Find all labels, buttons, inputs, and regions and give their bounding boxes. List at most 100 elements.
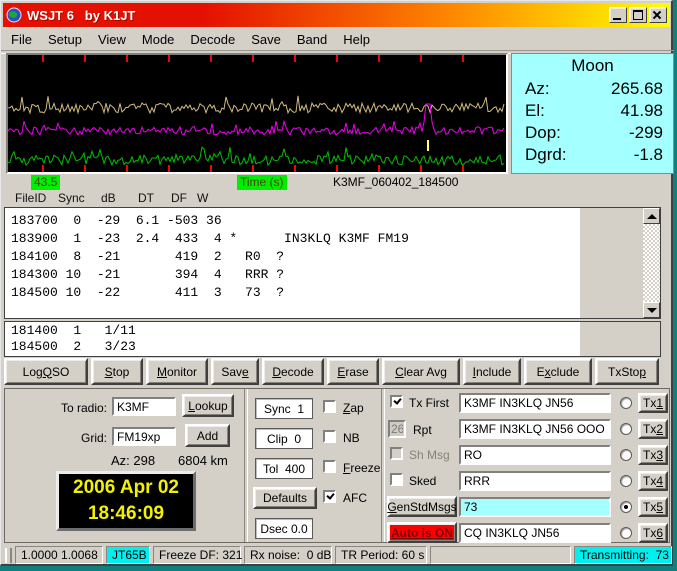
grid-input[interactable] — [112, 427, 176, 446]
add-button[interactable]: Add — [185, 424, 230, 447]
freeze-label: Freeze — [343, 461, 381, 475]
tx1-radio[interactable] — [620, 397, 632, 409]
decode-line: 184500 10 -22 411 3 73 ? — [11, 285, 285, 300]
scroll-up-button[interactable] — [643, 208, 660, 224]
spectrum-display[interactable] — [6, 53, 508, 174]
to-radio-input[interactable] — [112, 397, 176, 416]
menu-decode[interactable]: Decode — [182, 30, 243, 49]
tx6-message-input[interactable] — [459, 523, 611, 543]
tx2-radio[interactable] — [620, 423, 632, 435]
nb-checkbox[interactable] — [323, 430, 336, 443]
moon-dop-value: -299 — [628, 123, 663, 142]
sked-label: Sked — [409, 474, 437, 488]
menu-file[interactable]: File — [3, 30, 40, 49]
tx4-message-input[interactable] — [459, 471, 611, 491]
decode-line: 183900 1 -23 2.4 433 4 * IN3KLQ K3MF FM1… — [11, 231, 409, 246]
tx5-radio[interactable] — [620, 501, 632, 513]
lookup-button[interactable]: Lookup — [182, 394, 234, 417]
moon-doppler-row: Dop: -299 — [512, 122, 673, 144]
tx5-message-input[interactable] — [459, 497, 611, 517]
menu-save[interactable]: Save — [243, 30, 289, 49]
clock-time: 18:46:09 — [87, 503, 165, 524]
decode-line: 184300 10 -21 394 4 RRR ? — [11, 267, 285, 282]
tx2-button[interactable]: Tx 2 — [638, 419, 668, 439]
decoded-text-area[interactable]: 183700 0 -29 6.1 -503 36 183900 1 -23 2.… — [5, 208, 580, 318]
clear-avg-button[interactable]: Clear Avg — [382, 358, 460, 385]
menu-view[interactable]: View — [90, 30, 134, 49]
save-button[interactable]: Sav e — [211, 358, 259, 385]
maximize-icon — [633, 10, 643, 20]
gen-std-msgs-button[interactable]: GenStdMsgs — [387, 496, 457, 517]
monitor-button[interactable]: Monitor — [146, 358, 208, 385]
app-globe-icon — [6, 7, 22, 23]
time-axis-label: Time (s) — [237, 175, 287, 190]
moon-azimuth-row: Az: 265.68 — [512, 78, 673, 100]
sync-value-box[interactable]: Sync 1 — [255, 398, 313, 419]
tx4-button[interactable]: Tx 4 — [638, 471, 668, 491]
dsec-value-box[interactable]: Dsec 0.0 — [255, 518, 313, 539]
decode-line: 183700 0 -29 6.1 -503 36 — [11, 213, 222, 228]
clock-date: 2006 Apr 02 — [73, 477, 179, 498]
tx3-radio[interactable] — [620, 449, 632, 461]
menu-help[interactable]: Help — [335, 30, 378, 49]
status-rate: 1.0000 1.0068 — [15, 546, 103, 564]
moon-az-value: 265.68 — [611, 79, 663, 98]
erase-button[interactable]: Erase — [327, 358, 379, 385]
tx5-button[interactable]: Tx 5 — [638, 497, 668, 517]
menu-band[interactable]: Band — [289, 30, 335, 49]
moon-elevation-row: El: 41.98 — [512, 100, 673, 122]
afc-label: AFC — [343, 491, 367, 505]
txstop-button[interactable]: TxSto p — [595, 358, 659, 385]
moon-el-label: El: — [525, 101, 545, 120]
tx-first-checkbox[interactable] — [390, 395, 403, 408]
distance-value: 6804 km — [178, 453, 228, 468]
grid-label: Grid: — [80, 431, 107, 445]
zap-checkbox[interactable] — [323, 400, 336, 413]
close-button[interactable] — [649, 7, 667, 23]
tx4-radio[interactable] — [620, 475, 632, 487]
moon-degradation-row: Dgrd: -1.8 — [512, 144, 673, 166]
avg-line: 184500 2 3/23 — [11, 339, 136, 354]
menu-mode[interactable]: Mode — [134, 30, 183, 49]
decoded-text-pane[interactable]: 183700 0 -29 6.1 -503 36 183900 1 -23 2.… — [4, 207, 661, 319]
moon-title: Moon — [571, 56, 614, 75]
tx1-button[interactable]: Tx 1 — [638, 393, 668, 413]
tx2-message-input[interactable] — [459, 419, 611, 439]
moon-dgrd-value: -1.8 — [633, 145, 663, 164]
moon-az-label: Az: — [525, 79, 550, 98]
status-bar: 1.0000 1.0068 JT65B Freeze DF: 321 Rx no… — [3, 545, 672, 565]
rpt-input[interactable] — [388, 420, 406, 438]
tx6-button[interactable]: Tx 6 — [638, 523, 668, 543]
tx3-button[interactable]: Tx 3 — [638, 445, 668, 465]
auto-on-button[interactable]: Auto is ON — [387, 522, 457, 543]
average-text-pane[interactable]: 181400 1 1/11 184500 2 3/23 — [4, 321, 661, 357]
freeze-checkbox[interactable] — [323, 460, 336, 473]
menu-setup[interactable]: Setup — [40, 30, 90, 49]
clip-value-box[interactable]: Clip 0 — [255, 428, 313, 449]
tx1-message-input[interactable] — [459, 393, 611, 413]
defaults-button[interactable]: Defaults — [253, 487, 317, 509]
maximize-button[interactable] — [629, 7, 647, 23]
average-text-area[interactable]: 181400 1 1/11 184500 2 3/23 — [5, 322, 580, 356]
moon-panel: Moon Az: 265.68 El: 41.98 Dop: -299 Dgrd… — [511, 53, 674, 174]
app-window: WSJT 6 by K1JT File Setup View Mode Deco… — [0, 0, 674, 566]
tx3-message-input[interactable] — [459, 445, 611, 465]
stop-button[interactable]: Stop — [91, 358, 143, 385]
header-w: W — [197, 191, 209, 205]
utc-clock: 2006 Apr 02 18:46:09 — [56, 471, 196, 531]
decode-button[interactable]: Decode — [262, 358, 324, 385]
log-qso-button[interactable]: Log Q SO — [4, 358, 88, 385]
tx6-radio[interactable] — [620, 527, 632, 539]
decode-scrollbar[interactable] — [643, 208, 660, 318]
exclude-button[interactable]: Ex clude — [524, 358, 592, 385]
statusbar-grip — [5, 547, 12, 563]
afc-checkbox[interactable] — [323, 490, 336, 503]
minimize-button[interactable] — [609, 7, 627, 23]
frequency-label: 43.5 — [31, 175, 61, 190]
azimuth-value: Az: 298 — [111, 453, 156, 468]
tol-value-box[interactable]: Tol 400 — [255, 458, 313, 479]
sked-checkbox[interactable] — [390, 473, 403, 486]
scroll-down-button[interactable] — [643, 302, 660, 318]
include-button[interactable]: Include — [463, 358, 521, 385]
title-bar[interactable]: WSJT 6 by K1JT — [3, 3, 670, 27]
